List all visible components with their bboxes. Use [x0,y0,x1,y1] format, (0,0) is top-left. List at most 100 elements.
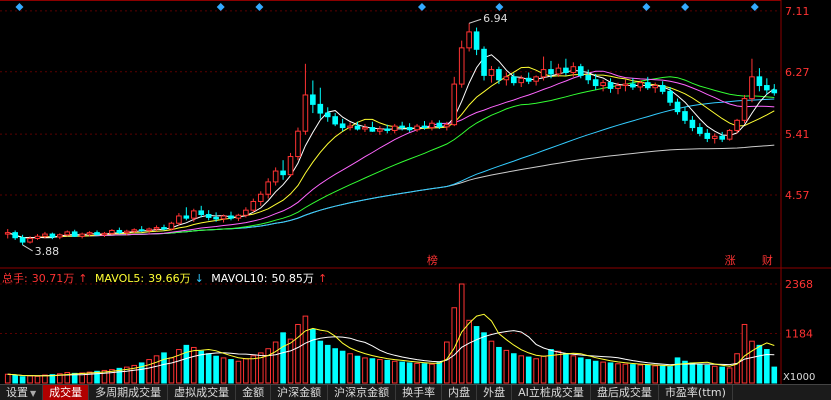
volume-bar [384,359,391,384]
volume-bar [391,360,398,384]
volume-bar [444,341,450,384]
tab-label: 盘后成交量 [596,386,652,399]
price-tick-label: 5.41 [785,128,810,141]
volume-bar [503,349,510,384]
volume-bar [577,357,584,384]
volume-bar [697,363,703,384]
candle-body [533,76,539,82]
volume-bar [510,353,517,384]
volume-bar [563,353,569,384]
candle-body [317,103,324,114]
candle-body [510,76,517,84]
tab-amount[interactable]: 金额 [236,385,272,400]
candle-body [310,94,316,105]
tab-pe-ttm[interactable]: 市盈率(ttm) [659,385,733,400]
candle-body [4,232,11,235]
candle-body [190,210,197,219]
volume-bar [711,365,718,384]
volume-bar [548,349,554,384]
candle-body [27,237,33,243]
up-arrow-icon: ↑ [78,272,88,285]
ma120-line [7,144,775,239]
volume-bar [280,332,286,384]
info-diamond-icon [15,3,24,11]
info-diamond-icon [681,3,690,11]
candle-body [585,74,592,81]
volume-bar [190,346,197,384]
ma30-line [7,76,775,239]
indicator-tab-bar: 设置 ▼ 成交量 多周期成交量 虚拟成交量 金额 沪深金额 沪深京金额 换手率 内… [0,384,831,400]
candle-body [630,83,636,88]
volume-bar [585,359,592,384]
volume-bar [421,363,428,384]
volume-tick-label: 1184 [785,328,813,341]
volume-bar [429,363,435,384]
candle-body [659,85,666,92]
candle-body [362,127,368,130]
volume-tick-label: 2368 [785,278,813,291]
tab-volume[interactable]: 成交量 [43,385,90,400]
volume-bar [310,328,316,384]
tab-hsj-amount[interactable]: 沪深京金额 [328,385,397,400]
volume-bar [533,358,539,384]
candle-body [436,122,443,128]
info-diamond-icon [495,3,504,11]
volume-bar [324,344,331,384]
tab-label: 内盘 [448,386,471,399]
low-pointer-line [22,244,33,252]
candle-body [272,170,279,183]
candle-body [689,119,696,129]
candle-body [577,66,584,76]
candle-body [377,128,383,132]
candle-body [682,111,688,121]
tab-label: 沪深京金额 [334,386,390,399]
event-marker-label: 财 [762,253,773,267]
tab-label: AI立桩成交量 [518,386,584,399]
candle-body [421,125,428,129]
candle-body [570,66,577,73]
volume-bar [153,355,160,384]
volume-bar [347,353,353,384]
tab-label: 金额 [242,386,265,399]
candle-body [451,83,458,126]
volume-bar [250,355,257,384]
volume-bar [436,361,443,384]
tab-hs-amount[interactable]: 沪深金额 [271,385,329,400]
price-tick-label: 4.57 [785,189,810,202]
candle-body [153,227,160,230]
tab-outer[interactable]: 外盘 [477,385,513,400]
candle-body [719,135,725,140]
price-tick-label: 7.11 [785,5,810,18]
candle-body [697,127,703,134]
mavol5-label: MAVOL5: [94,272,145,285]
tab-virtual-volume[interactable]: 虚拟成交量 [168,385,237,400]
mavol5-value: 39.66万 [148,272,191,285]
volume-bar [592,360,599,384]
candle-body [332,116,338,125]
tab-inner[interactable]: 内盘 [442,385,478,400]
tab-multi-period-volume[interactable]: 多周期成交量 [89,385,169,400]
volume-bar [466,319,472,384]
volume-bar [488,340,495,384]
candle-body [466,31,472,49]
candle-body [183,215,190,219]
candle-body [458,47,465,85]
tab-turnover[interactable]: 换手率 [396,385,443,400]
volume-legend: 总手: 30.71万 ↑ MAVOL5: 39.66万 ↓ MAVOL10: 50.85万… [2,270,331,286]
kline-chart-svg[interactable]: 7.11 6.27 5.41 4.57 6.94 3.88 榜 涨 财 2368 1184 X1000 [0,0,831,384]
ma5-line [7,54,775,239]
candle-body [540,69,547,78]
candle-body [496,69,502,81]
candle-body [354,125,361,130]
tab-ai-volume[interactable]: AI立桩成交量 [512,385,591,400]
candle-body [205,214,212,218]
candle-body [369,127,376,132]
tab-after-hours-volume[interactable]: 盘后成交量 [591,385,659,400]
candle-body [756,76,763,87]
mavol10-label: MAVOL10: [211,272,268,285]
candle-body [726,129,733,140]
candle-body [12,232,18,239]
tab-settings[interactable]: 设置 ▼ [0,385,44,400]
tab-label: 市盈率(ttm) [664,386,726,399]
candle-body [518,77,525,84]
